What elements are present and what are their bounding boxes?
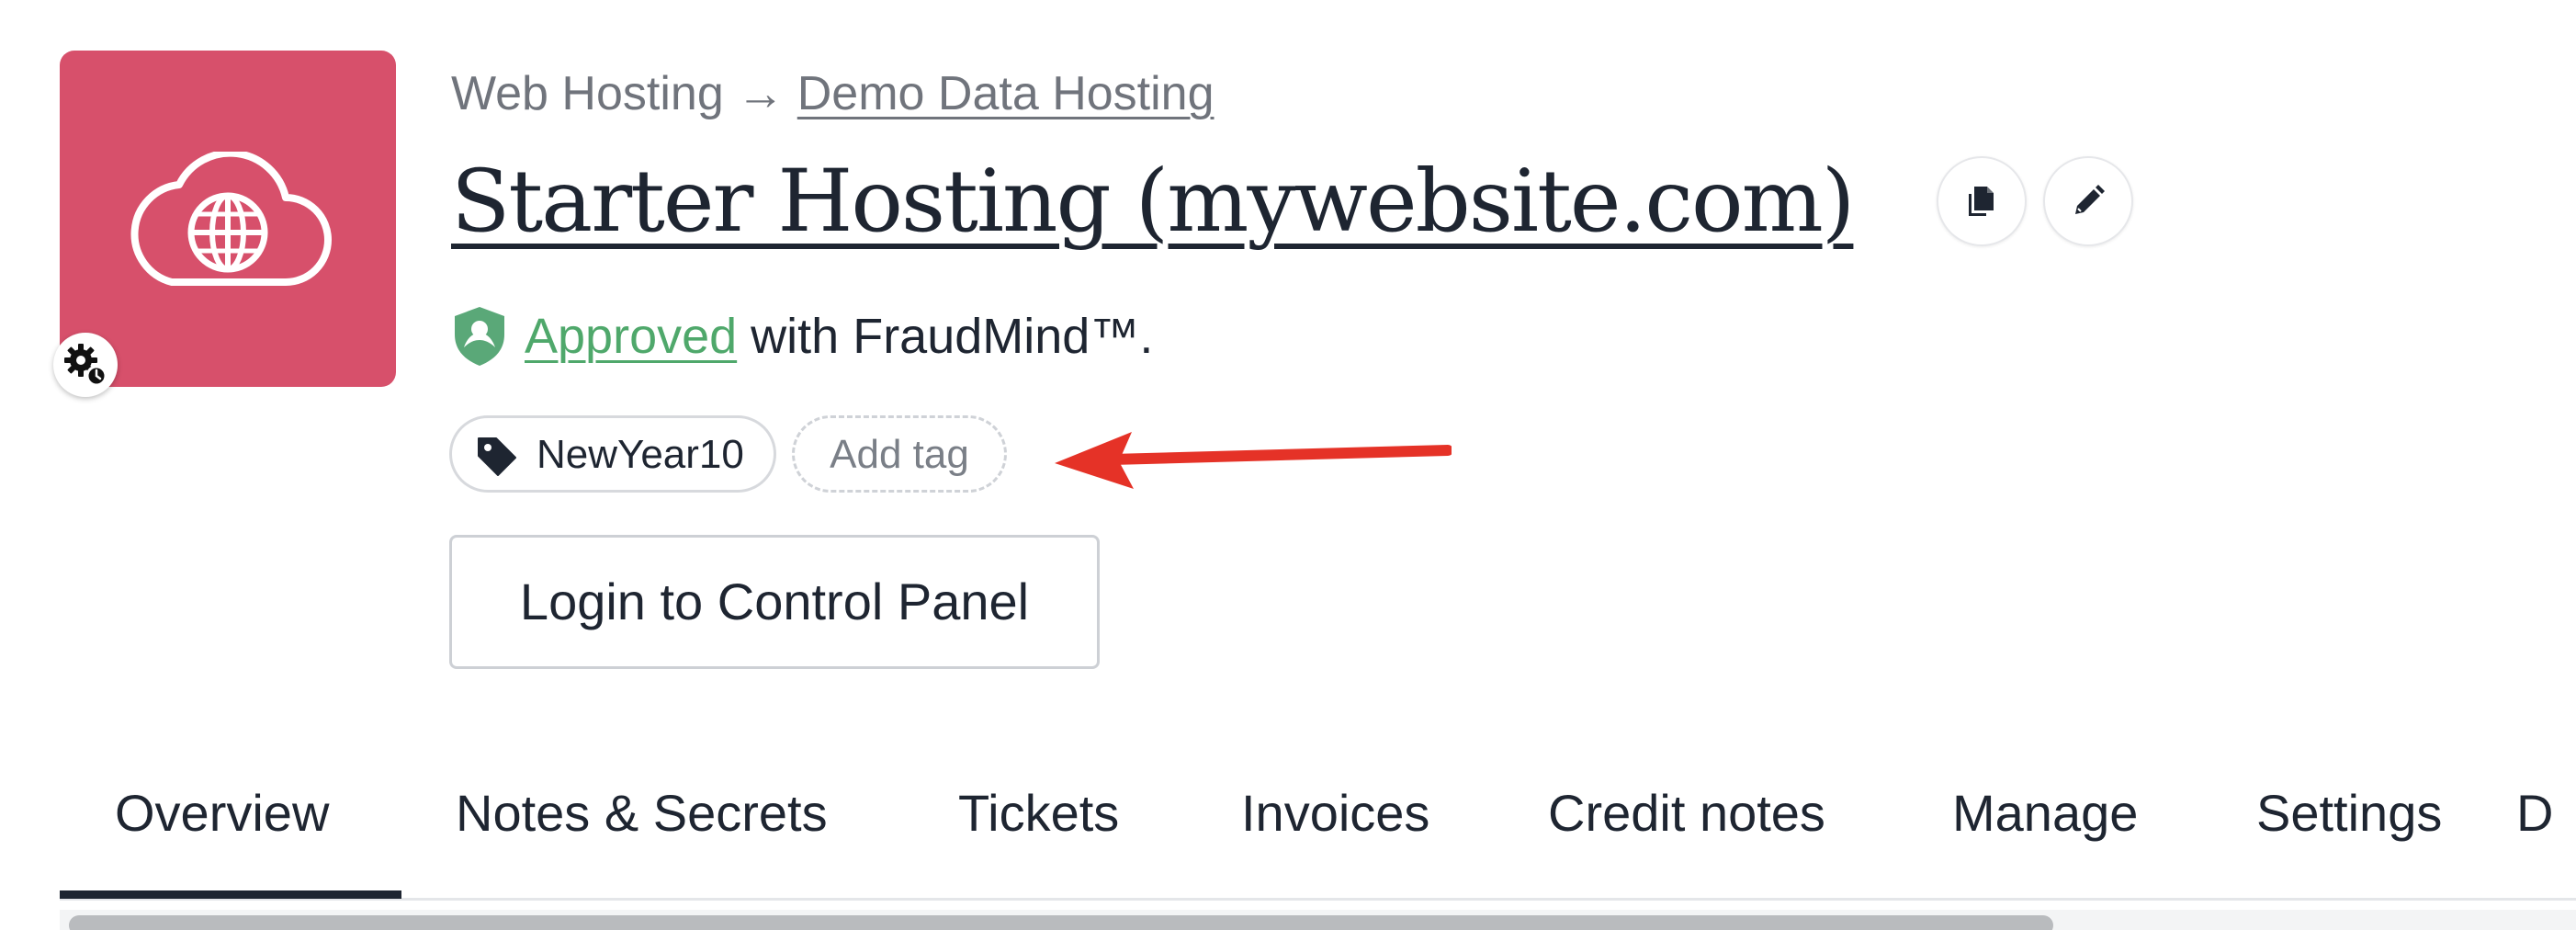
breadcrumb-parent: Web Hosting	[451, 67, 724, 120]
approved-link[interactable]: Approved	[525, 309, 737, 364]
tab-overflow[interactable]: D	[2516, 781, 2553, 845]
active-tab-indicator	[60, 890, 401, 899]
product-icon-tile	[60, 51, 396, 387]
tab-bar: Overview Notes & Secrets Tickets Invoice…	[60, 763, 2576, 901]
tag-chip[interactable]: NewYear10	[449, 415, 776, 493]
scrollbar-thumb[interactable]	[69, 915, 2053, 930]
breadcrumb-current-link[interactable]: Demo Data Hosting	[797, 67, 1215, 120]
tab-settings[interactable]: Settings	[2256, 781, 2442, 845]
tag-label: NewYear10	[537, 432, 744, 477]
gear-icon	[64, 344, 107, 387]
tab-notes-secrets[interactable]: Notes & Secrets	[456, 781, 828, 845]
add-tag-button[interactable]: Add tag	[792, 415, 1007, 493]
shield-icon	[455, 307, 504, 366]
pencil-icon	[2075, 185, 2105, 214]
login-control-panel-button[interactable]: Login to Control Panel	[449, 535, 1100, 669]
breadcrumb: Web Hosting → Demo Data Hosting	[451, 64, 1215, 123]
fraud-status-text: Approved with FraudMind™.	[525, 303, 1153, 369]
page-title[interactable]: Starter Hosting (mywebsite.com)	[451, 147, 1855, 257]
tab-overview[interactable]: Overview	[115, 781, 329, 845]
tab-manage[interactable]: Manage	[1952, 781, 2138, 845]
tab-invoices[interactable]: Invoices	[1241, 781, 1429, 845]
annotation-arrow	[1055, 432, 1452, 489]
horizontal-scrollbar[interactable]	[60, 910, 2576, 930]
settings-badge-button[interactable]	[53, 333, 118, 397]
cloud-globe-icon	[130, 152, 332, 286]
tag-icon	[478, 437, 516, 476]
service-page: Web Hosting → Demo Data Hosting Starter Ho…	[0, 0, 2576, 930]
edit-button[interactable]	[2043, 156, 2133, 246]
copy-icon	[1969, 187, 1994, 216]
tab-tickets[interactable]: Tickets	[958, 781, 1119, 845]
copy-button[interactable]	[1937, 156, 2027, 246]
breadcrumb-separator: →	[736, 67, 785, 120]
tab-credit-notes[interactable]: Credit notes	[1548, 781, 1825, 845]
fraud-suffix: with FraudMind™.	[737, 309, 1154, 364]
